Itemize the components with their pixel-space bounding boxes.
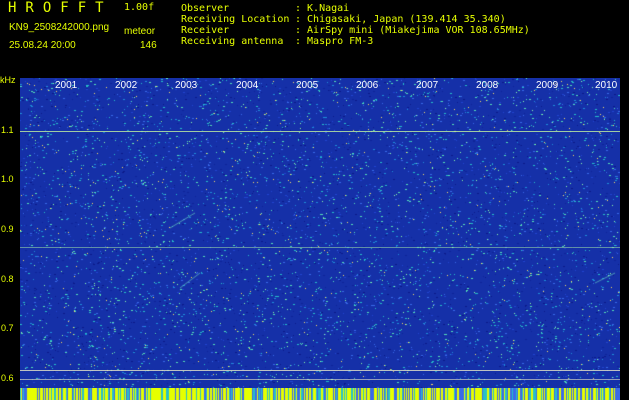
info-value: : K.Nagai [295, 3, 350, 14]
y-label: 0.9 [1, 224, 14, 234]
echo-count: 146 [140, 40, 157, 51]
app-version: 1.00f [124, 2, 155, 13]
app-name: HROFFT [8, 0, 113, 16]
signal-line-0-87khz [20, 247, 620, 248]
x-label: 2006 [356, 80, 379, 91]
x-label: 2007 [416, 80, 439, 91]
signal-level-bar [20, 388, 620, 400]
datetime-label: 25.08.24 20:00 [9, 40, 76, 51]
info-value: : AirSpy mini (Miakejima VOR 108.65MHz) [295, 25, 530, 36]
info-value: : Maspro FM-3 [295, 36, 374, 47]
spectrogram-plot[interactable] [20, 78, 620, 388]
x-label: 2004 [236, 80, 259, 91]
signal-line-0-62khz [20, 370, 620, 371]
x-label: 2008 [476, 80, 499, 91]
mode-label: meteor [124, 26, 156, 37]
y-label: 1.0 [1, 174, 14, 184]
x-label: 2009 [536, 80, 559, 91]
x-label: 2010 [595, 80, 618, 91]
y-label: 0.8 [1, 274, 14, 284]
info-row-receiver: Receiver : AirSpy mini (Miakejima VOR 10… [181, 25, 530, 36]
info-key: Observer [181, 3, 230, 14]
x-label: 2002 [115, 80, 138, 91]
y-label: 1.1 [1, 125, 14, 135]
x-label: 2003 [175, 80, 198, 91]
info-key: Receiver [181, 25, 230, 36]
signal-line-0-60khz [20, 379, 620, 380]
frequency-unit-label: kHz [0, 75, 16, 85]
x-label: 2005 [296, 80, 319, 91]
station-info: Observer : K.Nagai Receiving Location : … [181, 3, 530, 47]
info-value: : Chigasaki, Japan (139.414 35.340) [295, 14, 506, 25]
image-filename: KN9_2508242000.png [9, 22, 110, 33]
info-key: Receiving antenna [181, 36, 284, 47]
y-label: 0.7 [1, 323, 14, 333]
info-key: Receiving Location [181, 14, 290, 25]
y-label: 0.6 [1, 373, 14, 383]
info-row-observer: Observer : K.Nagai [181, 3, 530, 14]
info-row-location: Receiving Location : Chigasaki, Japan (1… [181, 14, 530, 25]
signal-line-1-1khz [20, 131, 620, 132]
x-label: 2001 [55, 80, 78, 91]
info-row-antenna: Receiving antenna : Maspro FM-3 [181, 36, 530, 47]
spectrogram-noise [20, 78, 620, 388]
